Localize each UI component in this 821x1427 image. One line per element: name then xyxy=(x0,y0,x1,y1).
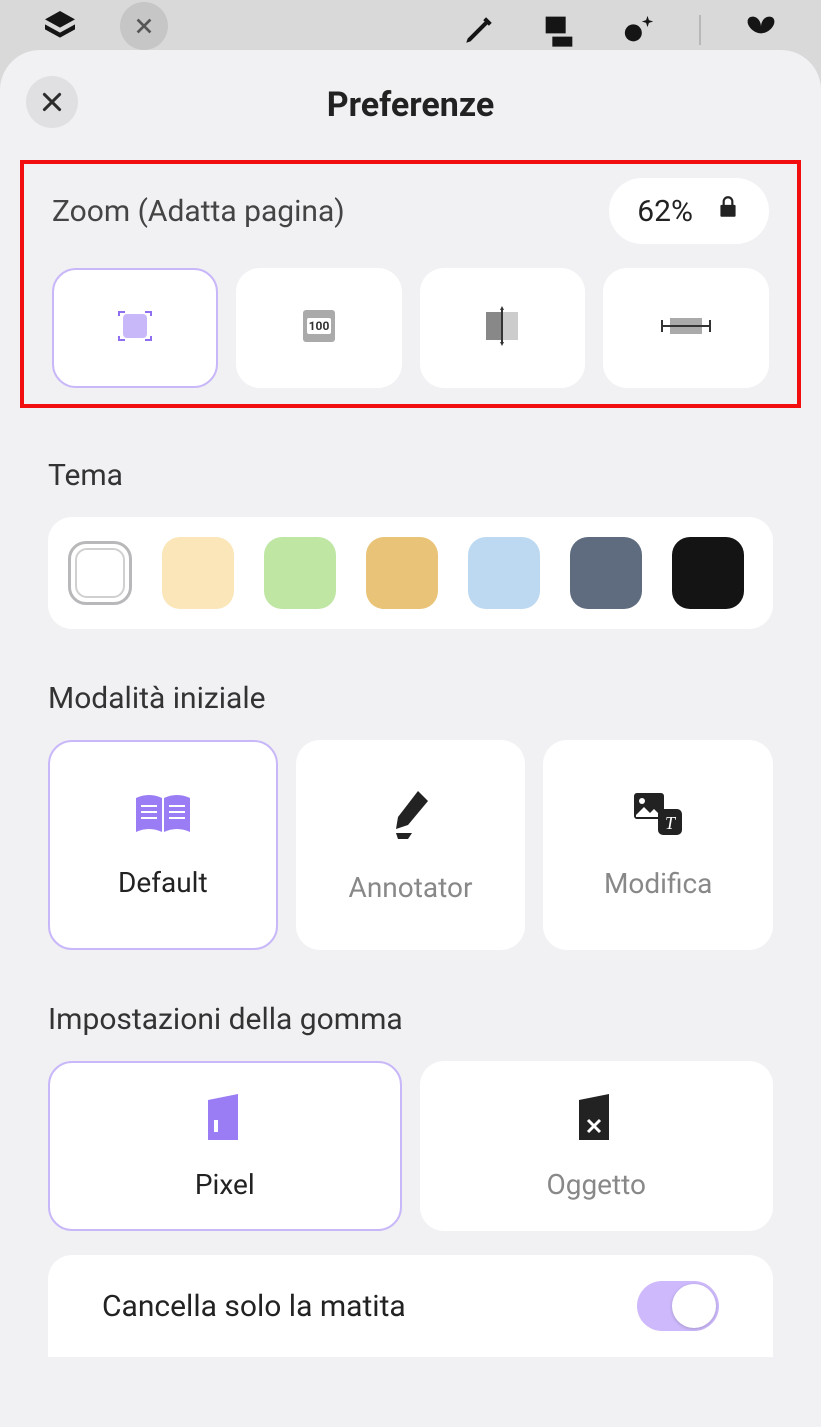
eraser-label: Impostazioni della gomma xyxy=(48,1002,773,1037)
eraser-section: Impostazioni della gomma Pixel xyxy=(0,1002,821,1231)
preferences-sheet: Preferenze Zoom (Adatta pagina) 62% xyxy=(0,50,821,1427)
eraser-label-object: Oggetto xyxy=(546,1168,646,1201)
pencil-only-label: Cancella solo la matita xyxy=(102,1289,406,1324)
close-button[interactable] xyxy=(26,76,78,128)
sparkle-icon xyxy=(619,10,659,50)
book-icon xyxy=(132,792,194,842)
zoom-value: 62% xyxy=(637,194,693,229)
zoom-section-highlight: Zoom (Adatta pagina) 62% xyxy=(20,160,801,408)
mode-option-edit[interactable]: T Modifica xyxy=(543,740,773,950)
mode-label-edit: Modifica xyxy=(604,867,712,900)
zoom-option-fit-page[interactable] xyxy=(52,268,218,388)
home-icon xyxy=(40,6,80,46)
background-topbar xyxy=(0,0,821,50)
initial-mode-label: Modalità iniziale xyxy=(48,681,773,716)
media-icon xyxy=(539,10,579,50)
svg-text:100: 100 xyxy=(308,319,329,333)
mode-option-annotator[interactable]: Annotator xyxy=(296,740,526,950)
theme-row xyxy=(48,517,773,629)
butterfly-icon xyxy=(741,10,781,50)
theme-swatch-1[interactable] xyxy=(162,537,234,609)
divider xyxy=(699,15,701,45)
theme-swatch-3[interactable] xyxy=(366,537,438,609)
sheet-title: Preferenze xyxy=(327,85,495,125)
eraser-option-pixel[interactable]: Pixel xyxy=(48,1061,402,1231)
mode-label-annotator: Annotator xyxy=(349,871,473,904)
mode-label-default: Default xyxy=(118,866,208,899)
zoom-100-icon: 100 xyxy=(297,304,341,352)
initial-mode-section: Modalità iniziale Default Annotator xyxy=(0,681,821,950)
image-text-icon: T xyxy=(630,791,686,843)
highlighter-icon xyxy=(388,787,434,847)
theme-label: Tema xyxy=(48,458,773,493)
theme-swatch-0[interactable] xyxy=(68,541,132,605)
eraser-pixel-icon xyxy=(204,1092,246,1148)
eraser-object-icon xyxy=(575,1092,617,1148)
pen-icon xyxy=(459,10,499,50)
theme-swatch-4[interactable] xyxy=(468,537,540,609)
theme-swatch-6[interactable] xyxy=(672,537,744,609)
pencil-only-row: Cancella solo la matita xyxy=(48,1255,773,1357)
fit-page-icon xyxy=(111,302,159,354)
lock-icon xyxy=(715,192,741,230)
zoom-label: Zoom (Adatta pagina) xyxy=(52,194,345,229)
eraser-option-object[interactable]: Oggetto xyxy=(420,1061,774,1231)
fit-width-icon xyxy=(476,304,528,352)
toggle-knob xyxy=(672,1284,716,1328)
close-behind-icon xyxy=(120,2,168,50)
eraser-label-pixel: Pixel xyxy=(195,1168,255,1201)
zoom-option-fit-width[interactable] xyxy=(420,268,586,388)
pencil-only-toggle[interactable] xyxy=(637,1281,719,1331)
zoom-option-100[interactable]: 100 xyxy=(236,268,402,388)
theme-swatch-2[interactable] xyxy=(264,537,336,609)
theme-section: Tema xyxy=(0,458,821,629)
mode-option-default[interactable]: Default xyxy=(48,740,278,950)
theme-swatch-5[interactable] xyxy=(570,537,642,609)
fit-height-icon xyxy=(656,308,716,348)
zoom-option-fit-height[interactable] xyxy=(603,268,769,388)
zoom-value-pill[interactable]: 62% xyxy=(609,178,769,244)
